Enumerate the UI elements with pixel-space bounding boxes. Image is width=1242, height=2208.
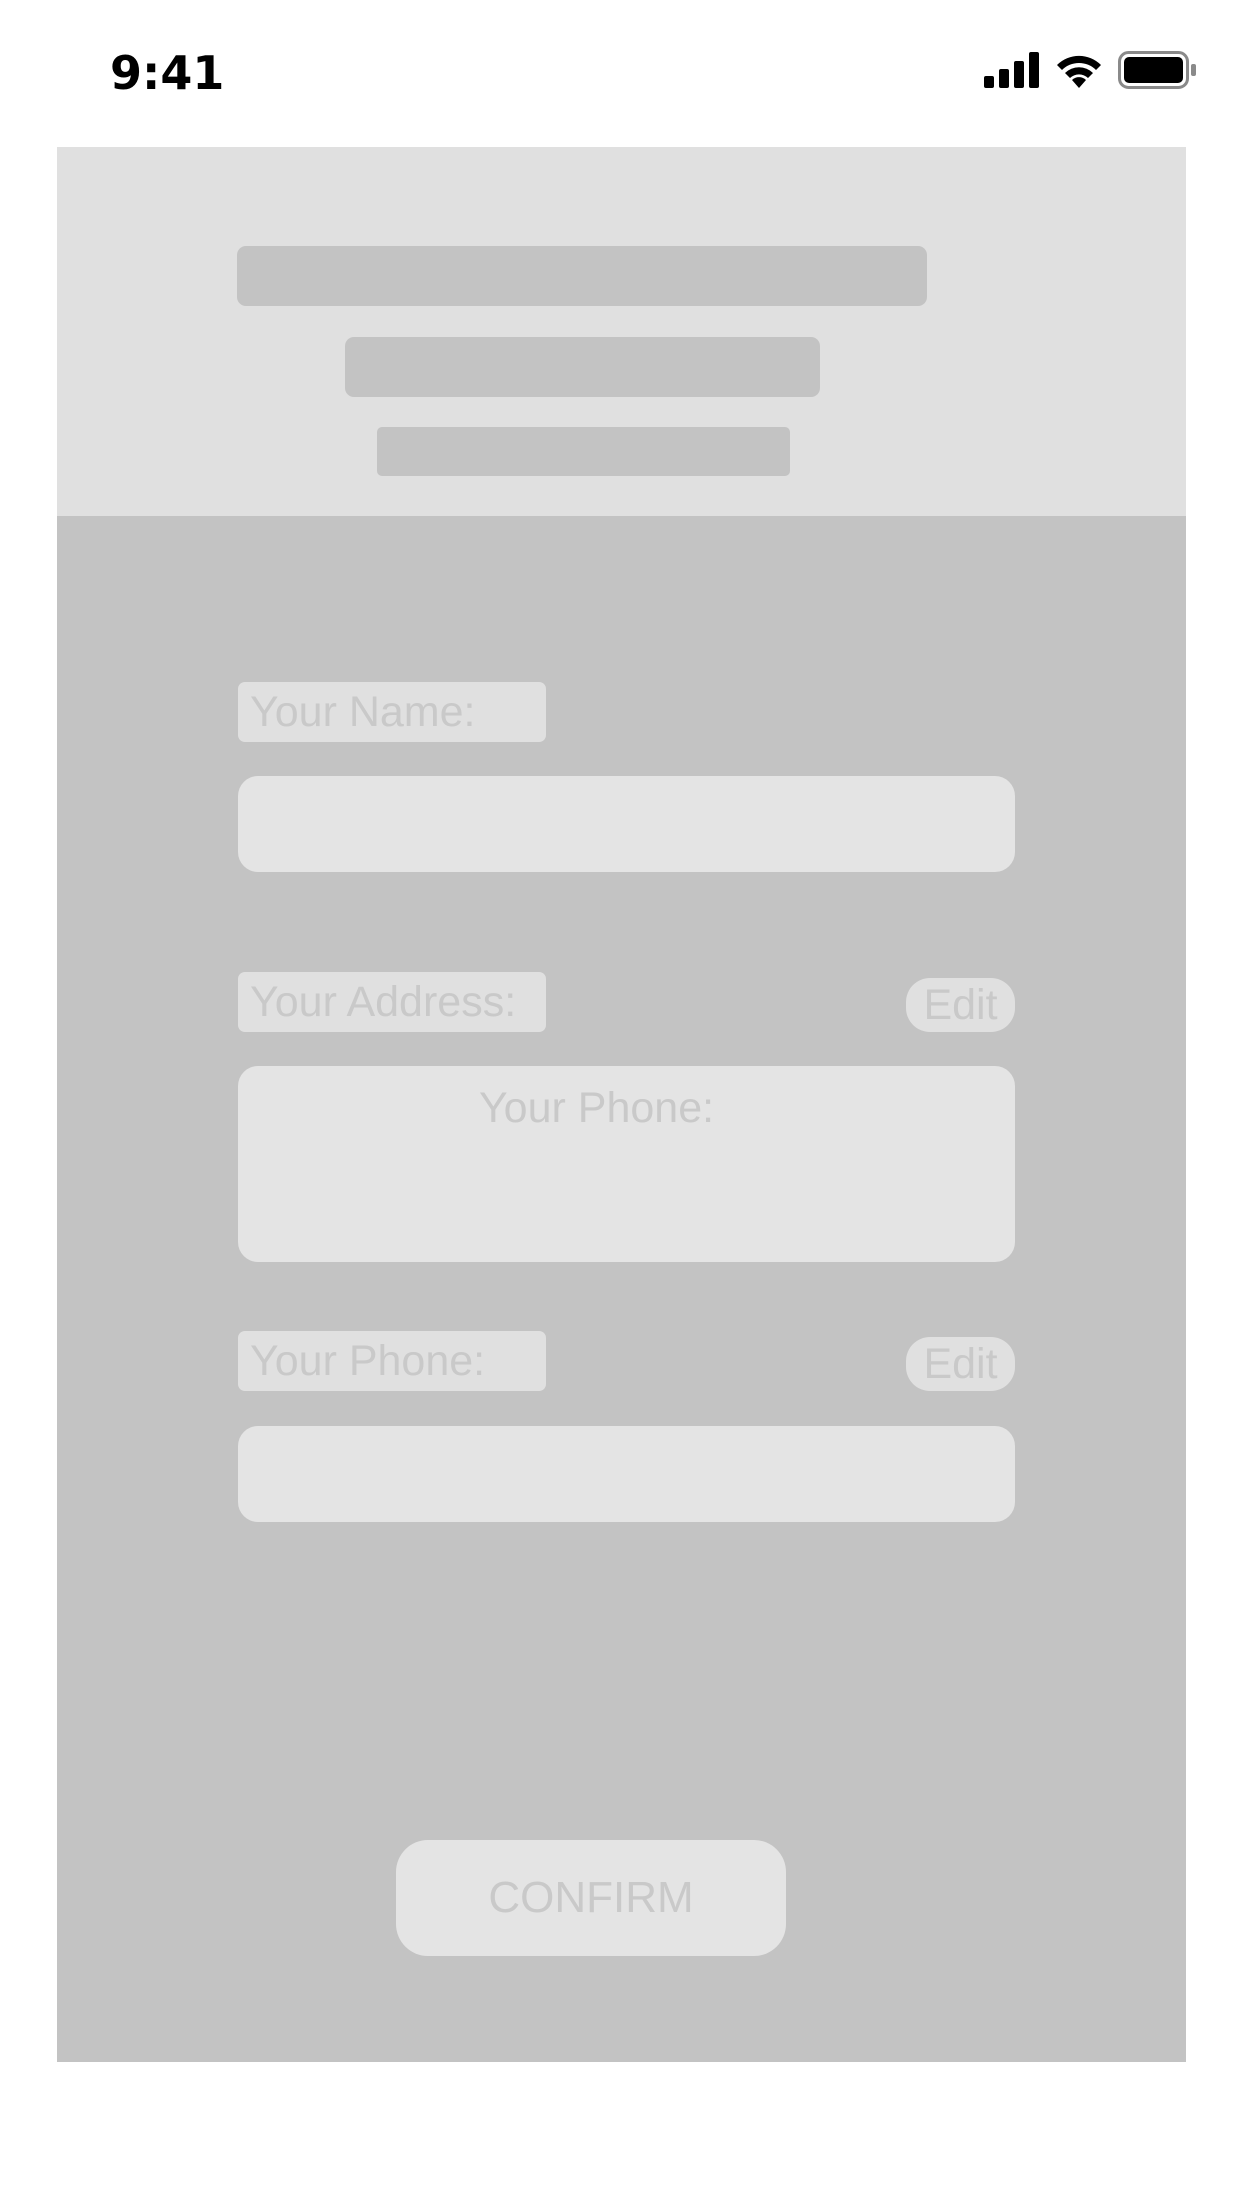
phone-input[interactable] <box>238 1426 1015 1522</box>
status-bar: 9:41 <box>0 0 1242 146</box>
header-area <box>57 147 1186 516</box>
subtitle-placeholder <box>345 337 820 397</box>
name-input[interactable] <box>238 776 1015 872</box>
wifi-icon <box>1054 52 1104 93</box>
name-label: Your Name: <box>238 682 546 742</box>
battery-icon <box>1118 50 1198 94</box>
phone-edit-button[interactable]: Edit <box>906 1337 1015 1391</box>
address-edit-button[interactable]: Edit <box>906 978 1015 1032</box>
signal-icon <box>984 51 1040 93</box>
address-placeholder: Your Phone: <box>478 1084 715 1132</box>
address-label: Your Address: <box>238 972 546 1032</box>
caption-placeholder <box>377 427 790 476</box>
address-textarea[interactable]: Your Phone: <box>238 1066 1015 1262</box>
title-placeholder <box>237 246 927 306</box>
phone-label: Your Phone: <box>238 1331 546 1391</box>
confirm-button[interactable]: CONFIRM <box>396 1840 786 1956</box>
status-icons <box>984 50 1198 94</box>
status-time: 9:41 <box>110 46 225 100</box>
